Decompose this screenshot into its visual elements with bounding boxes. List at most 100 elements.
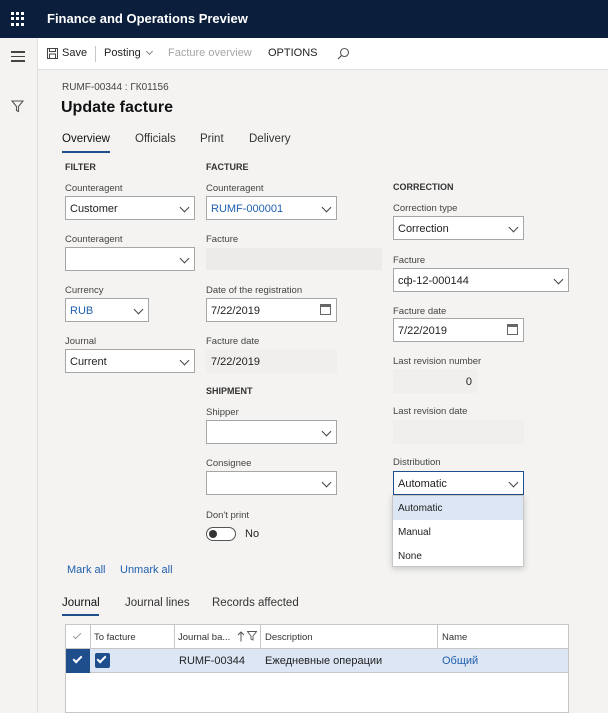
correction-facture-label: Facture <box>393 255 426 266</box>
name-cell[interactable]: Общий <box>442 655 478 667</box>
app-launcher-icon[interactable] <box>11 12 25 26</box>
tab-overview[interactable]: Overview <box>62 133 110 145</box>
correction-type-value: Correction <box>398 223 449 235</box>
action-pane: Save Posting Facture overview OPTIONS <box>38 38 608 70</box>
last-revision-number-field: 0 <box>393 369 477 393</box>
chevron-down-icon <box>553 274 564 285</box>
save-icon <box>47 48 58 59</box>
save-button[interactable]: Save <box>62 47 87 59</box>
facture-counteragent-value: RUMF-000001 <box>211 203 284 215</box>
registration-date-label: Date of the registration <box>206 285 303 296</box>
last-revision-date-field <box>393 420 524 444</box>
filter-counteragent-select[interactable]: Customer <box>65 196 195 220</box>
toggle-knob <box>209 530 217 538</box>
tab-officials[interactable]: Officials <box>135 133 176 145</box>
facture-label: Facture <box>206 234 239 245</box>
distribution-option-manual[interactable]: Manual <box>393 520 523 544</box>
filter-counteragent-label: Counteragent <box>65 183 123 194</box>
active-tab-indicator <box>62 151 110 153</box>
chevron-down-icon <box>133 304 144 315</box>
column-header-to-facture[interactable]: To facture <box>94 632 136 643</box>
distribution-option-automatic[interactable]: Automatic <box>393 496 523 520</box>
chevron-down-icon <box>179 253 190 264</box>
correction-facture-date-input[interactable]: 7/22/2019 <box>393 318 524 342</box>
distribution-dropdown: Automatic Manual None <box>392 495 524 567</box>
to-facture-checkbox[interactable] <box>95 653 110 668</box>
select-all-check-icon[interactable] <box>72 630 82 640</box>
sort-ascending-icon[interactable] <box>237 631 245 642</box>
unmark-all-button[interactable]: Unmark all <box>120 564 173 576</box>
distribution-select[interactable]: Automatic <box>393 471 524 495</box>
shipper-label: Shipper <box>206 407 239 418</box>
shipment-section-title: SHIPMENT <box>206 386 253 396</box>
filter-icon[interactable] <box>11 100 24 113</box>
left-nav-pane <box>0 38 38 713</box>
last-revision-date-label: Last revision date <box>393 406 468 417</box>
column-header-name[interactable]: Name <box>442 632 467 643</box>
distribution-value: Automatic <box>398 478 447 490</box>
filter-counteragent-value: Customer <box>70 203 118 215</box>
filter-section-title: FILTER <box>65 162 96 172</box>
distribution-option-none[interactable]: None <box>393 544 523 568</box>
column-filter-icon[interactable] <box>247 631 257 641</box>
hamburger-menu-icon[interactable] <box>11 51 25 62</box>
journal-grid: To facture Journal ba... Description Nam… <box>65 624 569 713</box>
correction-facture-value: сф-12-000144 <box>398 275 469 287</box>
currency-select[interactable]: RUB <box>65 298 149 322</box>
posting-menu-button[interactable]: Posting <box>104 47 153 59</box>
facture-field <box>206 248 382 270</box>
registration-date-input[interactable]: 7/22/2019 <box>206 298 337 322</box>
grid-header: To facture Journal ba... Description Nam… <box>66 625 568 649</box>
last-revision-number-label: Last revision number <box>393 356 482 367</box>
distribution-label: Distribution <box>393 457 441 468</box>
search-icon[interactable] <box>337 47 350 60</box>
page-title: Update facture <box>61 99 174 116</box>
tab-journal-lines[interactable]: Journal lines <box>125 597 190 609</box>
chevron-down-icon <box>179 202 190 213</box>
correction-facture-select[interactable]: сф-12-000144 <box>393 268 569 292</box>
facture-overview-button[interactable]: Facture overview <box>168 47 252 59</box>
filter-counteragent2-select[interactable] <box>65 247 195 271</box>
correction-section-title: CORRECTION <box>393 182 454 192</box>
correction-facture-date-label: Facture date <box>393 306 447 317</box>
row-selector[interactable] <box>66 649 90 673</box>
column-header-description[interactable]: Description <box>265 632 313 643</box>
breadcrumb: RUMF-00344 : ГК01156 <box>62 82 169 93</box>
tab-print[interactable]: Print <box>200 133 224 145</box>
consignee-label: Consignee <box>206 458 252 469</box>
filter-counteragent2-label: Counteragent <box>65 234 123 245</box>
top-bar: Finance and Operations Preview <box>0 0 608 38</box>
check-icon <box>96 653 107 664</box>
table-row[interactable]: RUMF-00344 Ежедневные операции Общий <box>66 649 568 673</box>
main-content: RUMF-00344 : ГК01156 Update facture Over… <box>38 71 608 713</box>
calendar-icon[interactable] <box>320 304 331 315</box>
registration-date-value: 7/22/2019 <box>211 305 260 317</box>
calendar-icon[interactable] <box>507 324 518 335</box>
facture-date-value: 7/22/2019 <box>211 356 260 368</box>
journal-batch-cell[interactable]: RUMF-00344 <box>179 655 245 667</box>
description-cell[interactable]: Ежедневные операции <box>265 655 382 667</box>
chevron-down-icon <box>508 222 519 233</box>
journal-label: Journal <box>65 336 97 347</box>
dont-print-toggle[interactable] <box>206 527 236 541</box>
journal-select[interactable]: Current <box>65 349 195 373</box>
facture-date-field: 7/22/2019 <box>206 349 337 373</box>
mark-all-button[interactable]: Mark all <box>67 564 106 576</box>
tab-delivery[interactable]: Delivery <box>249 133 291 145</box>
column-header-journal-batch[interactable]: Journal ba... <box>178 632 230 643</box>
dont-print-value: No <box>245 528 260 540</box>
options-button[interactable]: OPTIONS <box>268 47 318 59</box>
tab-journal[interactable]: Journal <box>62 597 100 609</box>
posting-label: Posting <box>104 47 141 59</box>
divider <box>95 46 96 62</box>
correction-type-select[interactable]: Correction <box>393 216 524 240</box>
shipper-select[interactable] <box>206 420 337 444</box>
chevron-down-icon <box>321 202 332 213</box>
facture-counteragent-select[interactable]: RUMF-000001 <box>206 196 337 220</box>
journal-value: Current <box>70 356 107 368</box>
chevron-down-icon <box>179 355 190 366</box>
chevron-down-icon <box>508 477 519 488</box>
currency-value: RUB <box>70 305 94 317</box>
consignee-select[interactable] <box>206 471 337 495</box>
tab-records-affected[interactable]: Records affected <box>212 597 299 609</box>
